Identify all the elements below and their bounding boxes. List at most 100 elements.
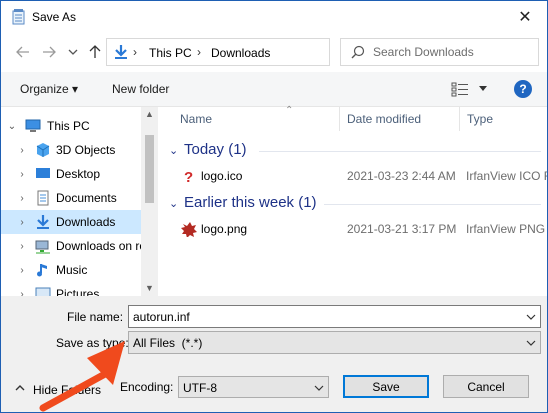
breadcrumb-separator: ›: [133, 45, 137, 59]
nav-item-desktop[interactable]: › Desktop: [1, 162, 141, 186]
search-icon: [351, 45, 365, 59]
nav-item-label: This PC: [47, 119, 90, 133]
breadcrumb-this-pc[interactable]: This PC: [149, 46, 192, 60]
save-as-type-value: All Files (*.*): [133, 336, 203, 350]
chevron-right-icon[interactable]: ›: [17, 193, 27, 204]
help-button[interactable]: ?: [514, 80, 532, 98]
file-row[interactable]: logo.png 2021-03-21 3:17 PM IrfanView PN…: [159, 217, 547, 241]
arrow-up-icon: [89, 45, 101, 58]
window-title: Save As: [32, 10, 77, 24]
arrow-left-icon: [16, 46, 29, 58]
file-name: logo.ico: [201, 169, 243, 183]
save-form: File name: Save as type: All Files (*.*)…: [1, 296, 547, 412]
chevron-right-icon[interactable]: ›: [17, 145, 27, 156]
chevron-down-icon: [68, 49, 78, 55]
notepad-icon: [12, 9, 25, 25]
group-title-earlier-this-week[interactable]: Earlier this week (1): [184, 194, 317, 211]
encoding-select[interactable]: UTF-8: [178, 376, 329, 398]
search-box[interactable]: [340, 38, 539, 66]
nav-item-downloads-on-network[interactable]: › Downloads on ro: [1, 234, 146, 258]
chevron-right-icon[interactable]: ›: [17, 241, 27, 252]
hide-folders-label: Hide Folders: [33, 383, 102, 397]
png-file-icon: [181, 222, 197, 237]
group-collapse-icon[interactable]: ⌄: [169, 144, 178, 157]
address-bar[interactable]: › This PC › Downloads ↻: [106, 38, 429, 66]
breadcrumb-downloads[interactable]: Downloads: [211, 46, 270, 60]
encoding-label: Encoding:: [120, 380, 174, 394]
nav-item-3d-objects[interactable]: › 3D Objects: [1, 138, 141, 162]
navigation-scrollbar[interactable]: ▲ ▼: [141, 107, 158, 296]
details-view-icon: [451, 82, 468, 97]
chevron-expanded-icon[interactable]: ⌄: [7, 121, 17, 132]
close-button[interactable]: ✕: [503, 1, 547, 32]
file-date: 2021-03-21 3:17 PM: [347, 222, 457, 236]
chevron-right-icon[interactable]: ›: [17, 289, 27, 297]
sort-ascending-icon: ⌃: [285, 105, 294, 116]
column-header-name[interactable]: Name: [180, 112, 212, 126]
navigation-pane: ⌄ This PC › 3D Objects › Desktop › Docum…: [1, 107, 158, 296]
chevron-right-icon[interactable]: ›: [17, 169, 27, 180]
file-row[interactable]: ? logo.ico 2021-03-23 2:44 AM IrfanView …: [159, 164, 547, 188]
group-title-today[interactable]: Today (1): [184, 141, 247, 158]
search-input[interactable]: [373, 43, 533, 61]
filename-combobox[interactable]: [128, 305, 541, 328]
save-button[interactable]: Save: [343, 375, 429, 398]
nav-item-pictures[interactable]: › Pictures: [1, 282, 141, 296]
nav-item-label: 3D Objects: [56, 143, 116, 157]
nav-item-label: Music: [56, 263, 88, 277]
nav-item-music[interactable]: › Music: [1, 258, 141, 282]
caret-down-icon: [479, 86, 487, 91]
chevron-down-icon[interactable]: [314, 384, 324, 392]
file-list: ⌃ Name Date modified Type ⌄ Today (1) ? …: [159, 105, 547, 296]
hide-folders-toggle[interactable]: Hide Folders: [1, 376, 111, 398]
column-header-type[interactable]: Type: [467, 112, 493, 126]
downloads-icon: [37, 215, 49, 229]
column-divider[interactable]: [339, 107, 340, 131]
svg-text:?: ?: [184, 169, 193, 184]
title-bar: Save As ✕: [1, 1, 547, 32]
nav-item-documents[interactable]: › Documents: [1, 186, 141, 210]
nav-item-label: Documents: [56, 191, 117, 205]
scrollbar-thumb[interactable]: [145, 135, 154, 203]
arrow-right-icon: [43, 46, 56, 58]
filename-label: File name:: [67, 310, 124, 324]
column-divider[interactable]: [459, 107, 460, 131]
address-row: › This PC › Downloads ↻: [1, 32, 547, 72]
close-icon: ✕: [518, 8, 532, 26]
breadcrumb-separator: ›: [197, 45, 201, 59]
file-type: IrfanView PNG: [466, 222, 546, 236]
save-as-dialog: Save As ✕ › This PC › Downloads Search D…: [0, 0, 548, 413]
cancel-button[interactable]: Cancel: [443, 375, 529, 398]
organize-button[interactable]: Organize ▾: [20, 82, 78, 96]
up-button[interactable]: [85, 42, 105, 62]
desktop-icon: [36, 168, 50, 178]
network-folder-icon: [35, 240, 50, 254]
nav-item-label: Downloads on ro: [56, 239, 147, 253]
nav-item-downloads[interactable]: › Downloads: [1, 210, 141, 234]
group-collapse-icon[interactable]: ⌄: [169, 197, 178, 210]
change-view-button[interactable]: [451, 81, 491, 99]
downloads-icon: [115, 45, 127, 59]
new-folder-button[interactable]: New folder: [112, 82, 169, 96]
chevron-right-icon[interactable]: ›: [17, 217, 27, 228]
recent-locations-button[interactable]: [63, 42, 83, 62]
encoding-value: UTF-8: [183, 381, 217, 395]
group-divider: [324, 204, 541, 205]
scroll-up-icon[interactable]: ▲: [141, 109, 158, 119]
file-name: logo.png: [201, 222, 248, 236]
column-header-date-modified[interactable]: Date modified: [347, 112, 421, 126]
filename-field[interactable]: [133, 309, 513, 325]
nav-item-this-pc[interactable]: ⌄ This PC: [1, 114, 141, 138]
chevron-down-icon[interactable]: [526, 339, 536, 347]
music-icon: [37, 264, 47, 277]
forward-button[interactable]: [39, 42, 59, 62]
chevron-right-icon[interactable]: ›: [17, 265, 27, 276]
chevron-down-icon[interactable]: [526, 313, 536, 321]
chevron-up-icon: [15, 385, 25, 391]
save-as-type-select[interactable]: All Files (*.*): [128, 331, 541, 354]
pictures-icon: [35, 287, 51, 296]
scroll-down-icon[interactable]: ▼: [141, 283, 158, 293]
pc-icon: [25, 119, 41, 132]
file-date: 2021-03-23 2:44 AM: [347, 169, 456, 183]
back-button[interactable]: [13, 42, 33, 62]
